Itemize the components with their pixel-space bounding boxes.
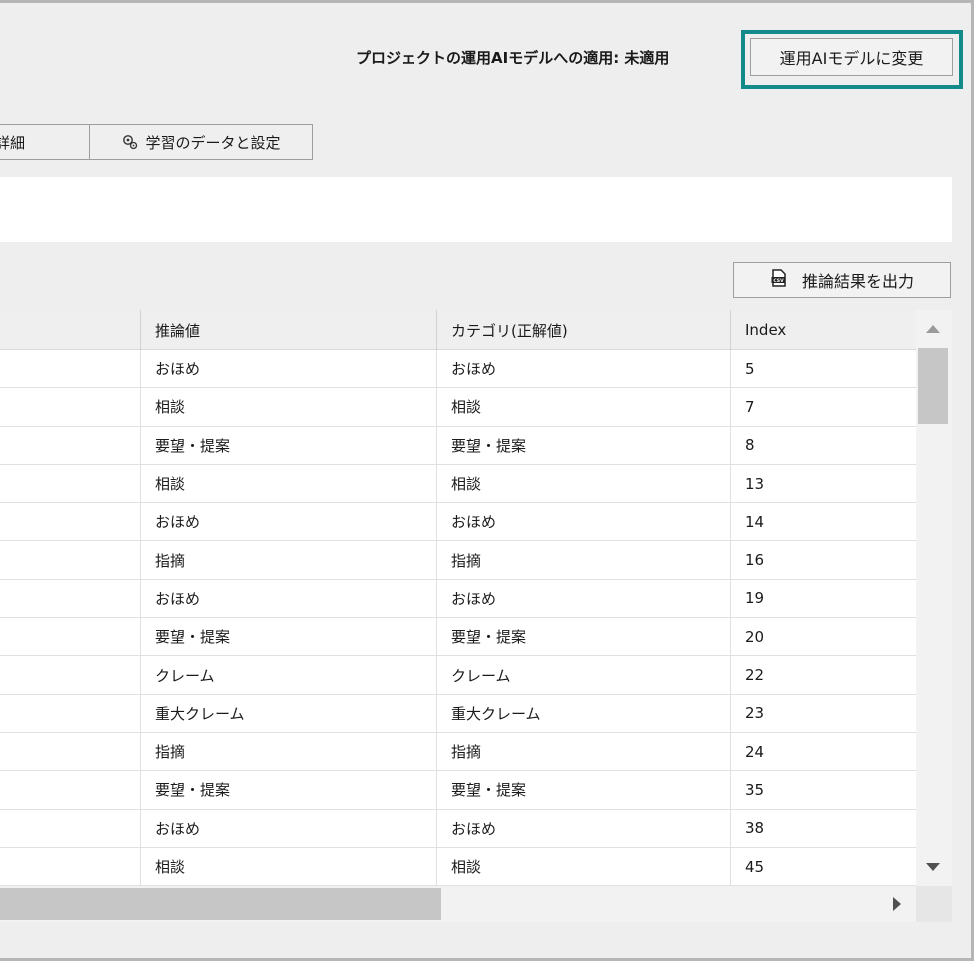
table-header: 推論値 カテゴリ(正解値) Index (0, 310, 916, 350)
cell-category: 指摘 (437, 732, 731, 771)
cell-hidden (0, 541, 141, 579)
cell-category: 要望・提案 (437, 618, 731, 656)
export-results-button[interactable]: CSV 推論結果を出力 (733, 262, 951, 298)
gear-icon (121, 133, 139, 151)
cell-category: 相談 (437, 464, 731, 503)
cell-hidden (0, 426, 141, 464)
tab-training-label: 学習のデータと設定 (145, 133, 281, 152)
scroll-down-icon[interactable] (926, 863, 940, 871)
cell-index: 24 (745, 742, 765, 761)
table-row[interactable]: 相談 相談 7 (0, 388, 916, 427)
cell-hidden (0, 388, 141, 426)
scroll-up-icon[interactable] (926, 325, 940, 333)
cell-inferred: 要望・提案 (141, 426, 437, 464)
scroll-right-icon[interactable] (893, 897, 901, 911)
cell-index: 20 (745, 627, 765, 646)
cell-hidden (0, 847, 141, 886)
export-results-label: 推論結果を出力 (801, 272, 914, 291)
cell-category: 相談 (437, 388, 731, 426)
cell-inferred: おほめ (141, 350, 437, 388)
cell-hidden (0, 503, 141, 541)
cell-inferred: 重大クレーム (141, 694, 437, 732)
column-header-index[interactable]: Index (731, 310, 916, 350)
table-row[interactable]: 要望・提案 要望・提案 20 (0, 618, 916, 657)
cell-hidden (0, 656, 141, 694)
cell-index: 16 (745, 551, 765, 570)
cell-inferred: 相談 (141, 847, 437, 886)
table-row[interactable]: 相談 相談 13 (0, 464, 916, 504)
svg-text:CSV: CSV (773, 278, 784, 284)
vertical-scrollbar[interactable] (916, 310, 952, 886)
cell-hidden (0, 771, 141, 809)
apply-ai-model-button[interactable]: 運用AIモデルに変更 (750, 38, 953, 76)
cell-category: 重大クレーム (437, 694, 731, 732)
cell-index: 23 (745, 704, 765, 723)
cell-hidden (0, 694, 141, 732)
apply-status-text: プロジェクトの運用AIモデルへの適用: 未適用 (356, 49, 670, 67)
cell-inferred: 相談 (141, 464, 437, 503)
cell-inferred: クレーム (141, 656, 437, 694)
cell-category: クレーム (437, 656, 731, 694)
cell-index: 19 (745, 589, 765, 608)
cell-hidden (0, 732, 141, 771)
table-row[interactable]: クレーム クレーム 22 (0, 656, 916, 695)
cell-hidden (0, 579, 141, 618)
cell-inferred: 相談 (141, 388, 437, 426)
cell-category: おほめ (437, 350, 731, 388)
table-row[interactable]: 要望・提案 要望・提案 8 (0, 426, 916, 465)
cell-index: 14 (745, 512, 765, 531)
cell-inferred: 要望・提案 (141, 771, 437, 809)
column-header-category[interactable]: カテゴリ(正解値) (437, 310, 731, 350)
cell-inferred: おほめ (141, 503, 437, 541)
cell-hidden (0, 618, 141, 656)
column-header-inferred[interactable]: 推論値 (141, 310, 437, 350)
table-row[interactable]: おほめ おほめ 38 (0, 809, 916, 848)
cell-inferred: 指摘 (141, 541, 437, 579)
cell-inferred: 要望・提案 (141, 618, 437, 656)
table-body: おほめ おほめ 5 相談 相談 7 要望・提案 要望・提案 8 相談 相談 13 おほめ おほめ 14 指摘指… (0, 350, 916, 886)
cell-hidden (0, 464, 141, 503)
cell-inferred: おほめ (141, 579, 437, 618)
results-table: 推論値 カテゴリ(正解値) Index おほめ おほめ 5 相談 相談 7 要望・提案 要望・… (0, 310, 952, 886)
cell-index: 35 (745, 780, 765, 799)
cell-index: 38 (745, 819, 765, 838)
cell-category: おほめ (437, 809, 731, 847)
vertical-scroll-thumb[interactable] (918, 348, 948, 424)
scrollbar-corner (916, 886, 952, 922)
csv-file-icon: CSV (770, 269, 788, 291)
cell-category: おほめ (437, 503, 731, 541)
table-row[interactable]: 指摘 指摘 16 (0, 541, 916, 580)
cell-inferred: おほめ (141, 809, 437, 847)
cell-index: 7 (745, 397, 755, 416)
tab-details[interactable]: 詳細 (0, 124, 90, 160)
tab-details-label: 詳細 (0, 133, 26, 152)
column-header-hidden[interactable] (0, 310, 141, 350)
table-row[interactable]: 要望・提案 要望・提案 35 (0, 771, 916, 810)
horizontal-scroll-thumb[interactable] (0, 888, 441, 920)
cell-inferred: 指摘 (141, 732, 437, 771)
table-row[interactable]: 指摘 指摘 24 (0, 732, 916, 772)
cell-category: 要望・提案 (437, 771, 731, 809)
table-row[interactable]: おほめ おほめ 5 (0, 350, 916, 389)
cell-category: 相談 (437, 847, 731, 886)
cell-category: おほめ (437, 579, 731, 618)
cell-category: 要望・提案 (437, 426, 731, 464)
cell-index: 8 (745, 436, 755, 455)
cell-index: 5 (745, 359, 755, 378)
table-row[interactable]: 相談 相談 45 (0, 847, 916, 886)
cell-index: 22 (745, 666, 765, 685)
cell-hidden (0, 350, 141, 388)
table-row[interactable]: 重大クレーム 重大クレーム 23 (0, 694, 916, 733)
cell-index: 45 (745, 857, 765, 876)
horizontal-scrollbar[interactable] (0, 886, 916, 922)
info-panel (0, 177, 952, 242)
cell-hidden (0, 809, 141, 847)
cell-index: 13 (745, 474, 765, 493)
tab-training-data-settings[interactable]: 学習のデータと設定 (89, 124, 313, 160)
cell-category: 指摘 (437, 541, 731, 579)
table-row[interactable]: おほめ おほめ 19 (0, 579, 916, 619)
table-row[interactable]: おほめ おほめ 14 (0, 503, 916, 542)
